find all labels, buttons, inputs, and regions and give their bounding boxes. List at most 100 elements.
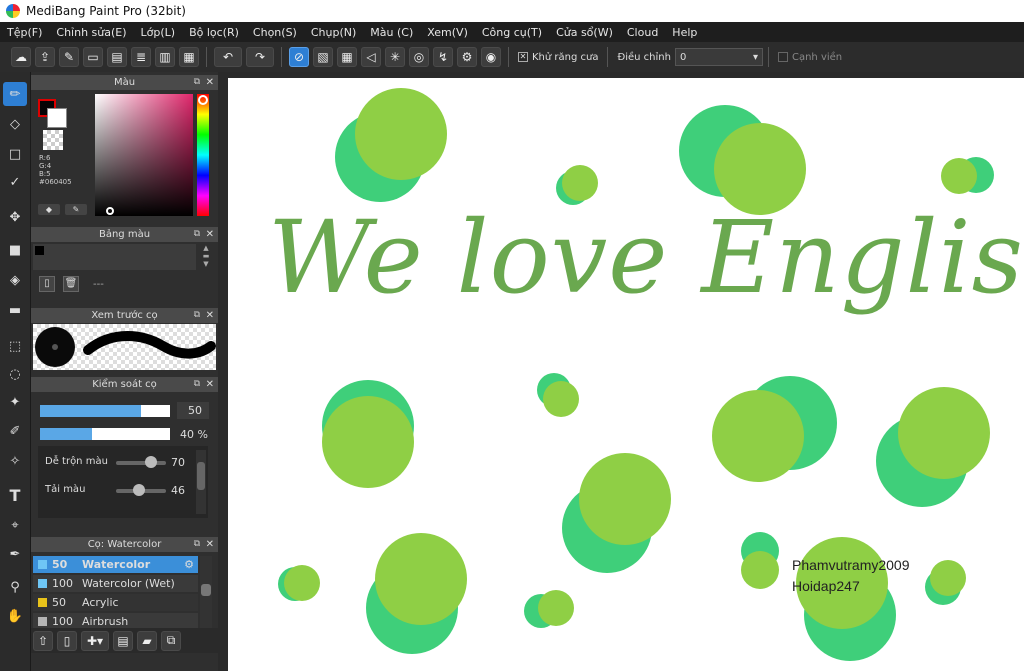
reload-slider-thumb[interactable]: [133, 484, 145, 496]
close-icon[interactable]: ✕: [206, 537, 214, 552]
new-brush-icon[interactable]: ▯: [57, 630, 77, 651]
brush-item[interactable]: 100 Watercolor (Wet): [33, 575, 198, 592]
chat-icon[interactable]: ▭: [83, 47, 103, 67]
menu-cloud[interactable]: Cloud: [620, 26, 665, 39]
parallel-snap-icon[interactable]: ▧: [313, 47, 333, 67]
text-tool-icon[interactable]: T: [3, 483, 27, 507]
fill-rect-tool-icon[interactable]: ■: [3, 238, 27, 262]
grid-snap-icon[interactable]: ▦: [337, 47, 357, 67]
undock-icon[interactable]: ⧉: [194, 377, 200, 392]
rect-select-tool-icon[interactable]: ⬚: [3, 334, 27, 358]
menu-tools[interactable]: Công cụ(T): [475, 26, 549, 39]
antialias-checkbox[interactable]: ✕: [518, 52, 528, 62]
brush-item[interactable]: 50 Acrylic: [33, 594, 198, 611]
brush-list-scrollbar[interactable]: [200, 556, 212, 631]
page-icon[interactable]: ▤: [107, 47, 127, 67]
brush-size-slider[interactable]: [40, 405, 170, 417]
close-icon[interactable]: ✕: [206, 227, 214, 242]
brush-item[interactable]: 50 Watercolor ⚙: [33, 556, 198, 573]
select-pen-tool-icon[interactable]: ✐: [3, 419, 27, 443]
layer-panel-icon[interactable]: ▥: [155, 47, 175, 67]
gradient-tool-icon[interactable]: ▬: [3, 298, 27, 322]
layer-list-icon[interactable]: ≣: [131, 47, 151, 67]
edge-checkbox[interactable]: [777, 52, 788, 62]
upload-brush-icon[interactable]: ⇧: [33, 630, 53, 651]
green-dot: [375, 533, 467, 625]
sv-picker-cursor[interactable]: [106, 207, 114, 215]
brush-size: 100: [52, 577, 73, 590]
tile-panel-icon[interactable]: ▦: [179, 47, 199, 67]
close-icon[interactable]: ✕: [206, 377, 214, 392]
magic-wand-tool-icon[interactable]: ✦: [3, 390, 27, 414]
adjust-select[interactable]: 0 ▾: [674, 48, 763, 66]
undo-icon[interactable]: ↶: [214, 47, 242, 67]
menu-window[interactable]: Cửa sổ(W): [549, 26, 620, 39]
dot-tool-icon[interactable]: □: [3, 142, 27, 166]
brush-list-scroll-thumb[interactable]: [201, 584, 211, 596]
undock-icon[interactable]: ⧉: [194, 308, 200, 323]
hue-slider[interactable]: [197, 94, 209, 216]
concentric-snap-icon[interactable]: ◎: [409, 47, 429, 67]
lasso-tool-icon[interactable]: ◌: [3, 362, 27, 386]
gear-icon[interactable]: ⚙: [184, 558, 194, 571]
menu-file[interactable]: Tệp(F): [0, 26, 49, 39]
circle-snap-icon[interactable]: ◉: [481, 47, 501, 67]
trash-icon[interactable]: 🗑: [63, 276, 79, 292]
brush-size-box[interactable]: 50: [177, 402, 209, 419]
add-brush-icon[interactable]: ✚▾: [81, 630, 109, 651]
control-scroll-thumb[interactable]: [197, 462, 205, 490]
drawing-canvas[interactable]: We love English Phamvutramy2009 Hoidap24…: [228, 78, 1024, 671]
control-scrollbar[interactable]: [196, 450, 206, 514]
select-check-tool-icon[interactable]: ✓: [3, 170, 27, 194]
duplicate-icon[interactable]: ⧉: [161, 630, 181, 651]
color-mode-button[interactable]: ◆: [38, 204, 60, 215]
palette-scroll[interactable]: ▲ ▬ ▼: [199, 244, 213, 270]
palette-swatch[interactable]: [35, 246, 44, 255]
brush-tool-icon[interactable]: ✏: [3, 82, 27, 106]
menu-view[interactable]: Xem(V): [420, 26, 475, 39]
eyedropper-tool-icon[interactable]: ⚲: [3, 575, 27, 599]
green-dot: [538, 590, 574, 626]
share-icon[interactable]: ⇪: [35, 47, 55, 67]
blend-slider-thumb[interactable]: [145, 456, 157, 468]
menu-select[interactable]: Chọn(S): [246, 26, 304, 39]
eyedrop-button[interactable]: ✎: [65, 204, 87, 215]
menu-help[interactable]: Help: [665, 26, 704, 39]
new-palette-icon[interactable]: ▯: [39, 276, 55, 292]
operation-tool-icon[interactable]: ⌖: [3, 513, 27, 537]
undock-icon[interactable]: ⧉: [194, 537, 200, 552]
undock-icon[interactable]: ⧉: [194, 75, 200, 90]
eraser-tool-icon[interactable]: ◇: [3, 112, 27, 136]
transparent-swatch[interactable]: [43, 130, 63, 150]
folder-icon[interactable]: ▰: [137, 630, 157, 651]
menu-edit[interactable]: Chỉnh sửa(E): [49, 26, 133, 39]
redo-icon[interactable]: ↷: [246, 47, 274, 67]
comment-icon[interactable]: ✎: [59, 47, 79, 67]
blend-slider[interactable]: [116, 461, 166, 465]
cloud-icon[interactable]: ☁: [11, 47, 31, 67]
hand-tool-icon[interactable]: ✋: [3, 604, 27, 628]
hue-cursor[interactable]: [198, 95, 208, 105]
color-r: R:6: [39, 154, 51, 162]
curve-snap-icon[interactable]: ↯: [433, 47, 453, 67]
radial-snap-icon[interactable]: ✳: [385, 47, 405, 67]
close-icon[interactable]: ✕: [206, 308, 214, 323]
saturation-value-picker[interactable]: [95, 94, 193, 216]
menu-snap[interactable]: Chụp(N): [304, 26, 363, 39]
menu-filter[interactable]: Bộ lọc(R): [182, 26, 246, 39]
undock-icon[interactable]: ⧉: [194, 227, 200, 242]
brush-size: 50: [52, 558, 68, 571]
snap-off-icon[interactable]: ⊘: [289, 47, 309, 67]
brush-settings-icon[interactable]: ▤: [113, 630, 133, 651]
vanishing-snap-icon[interactable]: ◁: [361, 47, 381, 67]
menu-layer[interactable]: Lớp(L): [134, 26, 183, 39]
select-eraser-tool-icon[interactable]: ✧: [3, 449, 27, 473]
move-tool-icon[interactable]: ✥: [3, 205, 27, 229]
bucket-tool-icon[interactable]: ◈: [3, 268, 27, 292]
menu-color[interactable]: Màu (C): [363, 26, 420, 39]
background-color-swatch[interactable]: [47, 108, 67, 128]
divide-tool-icon[interactable]: ✒: [3, 542, 27, 566]
close-icon[interactable]: ✕: [206, 75, 214, 90]
opacity-slider[interactable]: [40, 428, 170, 440]
gear-snap-icon[interactable]: ⚙: [457, 47, 477, 67]
